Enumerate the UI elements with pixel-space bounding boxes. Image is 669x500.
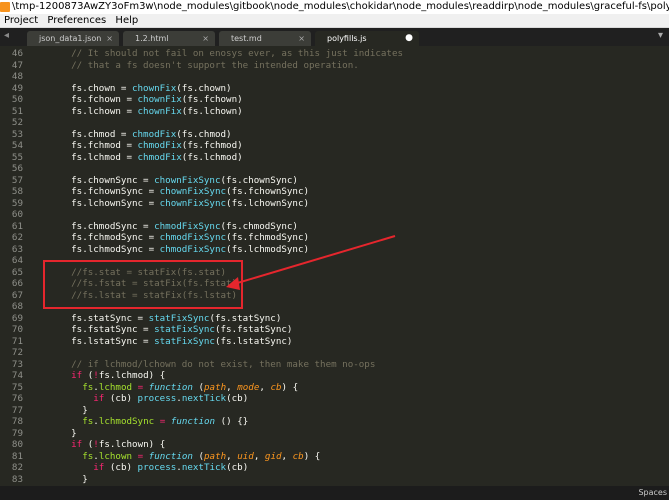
menu-help[interactable]: Help	[115, 15, 138, 26]
modified-dot-icon[interactable]: ●	[405, 31, 413, 46]
tab-json-data1[interactable]: json_data1.json ×	[27, 31, 119, 46]
status-bar: Spaces	[0, 486, 669, 500]
indentation-status[interactable]: Spaces	[638, 486, 667, 500]
tab-scroll-left-icon[interactable]: ◂	[4, 30, 9, 41]
code-editor[interactable]: 46 // It should not fail on enosys ever,…	[0, 46, 669, 486]
menu-project[interactable]: Project	[4, 15, 38, 26]
close-icon[interactable]: ×	[202, 31, 209, 46]
window-title: \tmp-1200873AwZY3oFm3w\node_modules\gitb…	[12, 1, 669, 12]
tab-1-2-html[interactable]: 1.2.html ×	[123, 31, 215, 46]
close-icon[interactable]: ×	[298, 31, 305, 46]
menu-bar: Project Preferences Help	[0, 14, 669, 28]
tab-label: json_data1.json	[39, 34, 102, 43]
tab-label: test.md	[231, 34, 262, 43]
tab-label: 1.2.html	[135, 34, 169, 43]
sublime-app-icon	[0, 2, 10, 12]
annotation-arrow	[226, 235, 396, 290]
tab-dropdown-icon[interactable]: ▾	[658, 30, 663, 41]
tab-test-md[interactable]: test.md ×	[219, 31, 311, 46]
tab-bar: ◂ json_data1.json × 1.2.html × test.md ×…	[0, 28, 669, 46]
tab-label: polyfills.js	[327, 34, 367, 43]
tab-polyfills-js[interactable]: polyfills.js ●	[315, 31, 419, 46]
close-icon[interactable]: ×	[106, 31, 113, 46]
window-title-bar[interactable]: \tmp-1200873AwZY3oFm3w\node_modules\gitb…	[0, 0, 669, 14]
menu-preferences[interactable]: Preferences	[47, 15, 106, 26]
